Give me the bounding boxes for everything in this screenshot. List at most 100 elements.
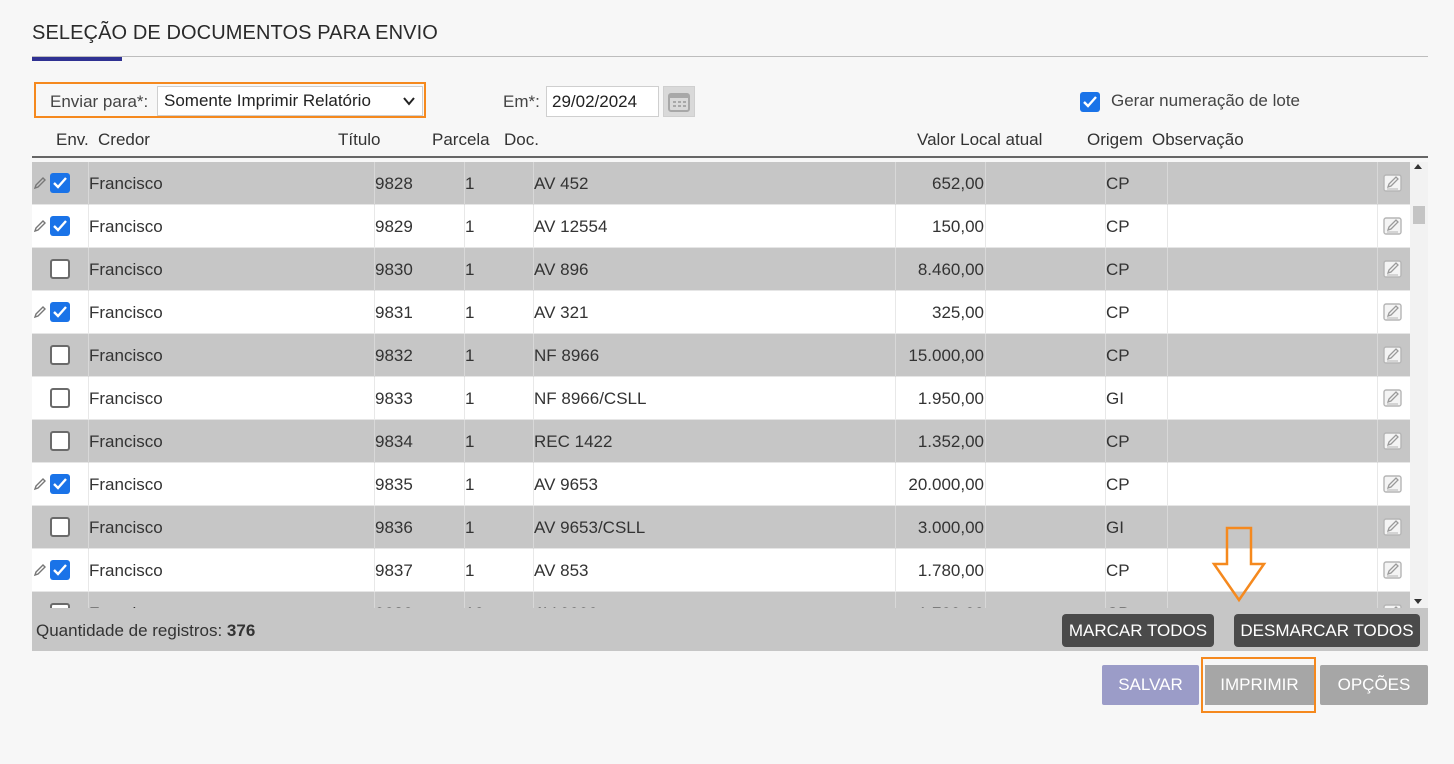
- options-button[interactable]: OPÇÕES: [1320, 665, 1428, 705]
- cell-blank: [986, 377, 1106, 420]
- cell-origem: CP: [1106, 291, 1168, 334]
- cell-doc: NF 8966/CSLL: [534, 377, 896, 420]
- pencil-icon: [33, 177, 46, 190]
- table-row[interactable]: Francisco 9834 1 REC 1422 1.352,00 CP: [32, 420, 1410, 463]
- grid-scrollbar[interactable]: [1410, 162, 1428, 608]
- cell-observacao: [1168, 549, 1378, 592]
- row-checkbox[interactable]: [50, 216, 70, 236]
- col-credor[interactable]: Credor: [98, 130, 150, 150]
- edit-note-icon[interactable]: [1382, 559, 1404, 581]
- cell-parcela: 1: [465, 420, 534, 463]
- cell-origem: GI: [1106, 377, 1168, 420]
- edit-note-icon[interactable]: [1382, 344, 1404, 366]
- row-checkbox[interactable]: [50, 474, 70, 494]
- cell-origem: CP: [1106, 334, 1168, 377]
- cell-titulo: 9833: [375, 377, 465, 420]
- cell-observacao: [1168, 205, 1378, 248]
- row-checkbox[interactable]: [50, 259, 70, 279]
- cell-parcela: 1: [465, 377, 534, 420]
- cell-credor: Francisco: [89, 463, 375, 506]
- cell-titulo: 9830: [375, 248, 465, 291]
- cell-valor: 20.000,00: [896, 463, 986, 506]
- edit-note-icon[interactable]: [1382, 215, 1404, 237]
- table-row[interactable]: Francisco 9829 1 AV 12554 150,00 CP: [32, 205, 1410, 248]
- cell-valor: 1.352,00: [896, 420, 986, 463]
- row-checkbox[interactable]: [50, 345, 70, 365]
- cell-blank: [986, 334, 1106, 377]
- edit-note-icon[interactable]: [1382, 387, 1404, 409]
- date-input[interactable]: 29/02/2024: [546, 86, 659, 117]
- cell-observacao: [1168, 334, 1378, 377]
- row-checkbox[interactable]: [50, 517, 70, 537]
- check-icon: [1083, 96, 1097, 108]
- send-to-select[interactable]: Somente Imprimir Relatório: [157, 86, 423, 116]
- cell-credor: Francisco: [89, 420, 375, 463]
- table-header: Env. Credor Título Parcela Doc. Valor Lo…: [32, 128, 1428, 158]
- edit-note-icon[interactable]: [1382, 473, 1404, 495]
- cell-blank: [986, 506, 1106, 549]
- row-checkbox[interactable]: [50, 302, 70, 322]
- col-env[interactable]: Env.: [56, 130, 89, 150]
- scroll-up-arrow-icon[interactable]: [1414, 164, 1422, 169]
- table-row[interactable]: Francisco 9832 1 NF 8966 15.000,00 CP: [32, 334, 1410, 377]
- row-checkbox[interactable]: [50, 173, 70, 193]
- table-row[interactable]: Francisco983810AV 99991.780,00 CP: [32, 592, 1410, 608]
- send-to-value: Somente Imprimir Relatório: [164, 91, 371, 110]
- cell-parcela: 10: [465, 592, 534, 608]
- pencil-icon: [33, 478, 46, 491]
- cell-titulo: 9838: [375, 592, 465, 608]
- cell-parcela: 1: [465, 506, 534, 549]
- cell-origem: GI: [1106, 506, 1168, 549]
- col-valor[interactable]: Valor Local atual: [917, 130, 1042, 150]
- scroll-down-arrow-icon[interactable]: [1414, 599, 1422, 604]
- mark-all-button[interactable]: MARCAR TODOS: [1062, 614, 1214, 647]
- unmark-all-button[interactable]: DESMARCAR TODOS: [1234, 614, 1420, 647]
- row-checkbox[interactable]: [50, 560, 70, 580]
- table-row[interactable]: Francisco 9833 1 NF 8966/CSLL 1.950,00 GI: [32, 377, 1410, 420]
- cell-doc: AV 9999: [534, 592, 896, 608]
- check-icon: [53, 478, 67, 490]
- table-row[interactable]: Francisco 9837 1 AV 853 1.780,00 CP: [32, 549, 1410, 592]
- table-row[interactable]: Francisco 9830 1 AV 896 8.460,00 CP: [32, 248, 1410, 291]
- pencil-icon: [33, 220, 46, 233]
- pencil-icon: [33, 306, 46, 319]
- cell-origem: CP: [1106, 420, 1168, 463]
- cell-blank: [986, 248, 1106, 291]
- check-icon: [53, 564, 67, 576]
- col-titulo[interactable]: Título: [338, 130, 381, 150]
- cell-blank: [986, 291, 1106, 334]
- cell-credor: Francisco: [89, 248, 375, 291]
- col-origem[interactable]: Origem: [1087, 130, 1143, 150]
- chevron-down-icon: [403, 97, 415, 106]
- row-checkbox[interactable]: [50, 431, 70, 451]
- col-observacao[interactable]: Observação: [1152, 130, 1244, 150]
- table-row[interactable]: Francisco 9836 1 AV 9653/CSLL 3.000,00 GI: [32, 506, 1410, 549]
- cell-doc: AV 896: [534, 248, 896, 291]
- table-row[interactable]: Francisco 9835 1 AV 9653 20.000,00 CP: [32, 463, 1410, 506]
- lote-checkbox[interactable]: [1080, 92, 1100, 112]
- check-icon: [53, 306, 67, 318]
- edit-note-icon[interactable]: [1382, 516, 1404, 538]
- record-count: Quantidade de registros: 376: [36, 621, 255, 641]
- cell-valor: 3.000,00: [896, 506, 986, 549]
- cell-parcela: 1: [465, 248, 534, 291]
- cell-titulo: 9837: [375, 549, 465, 592]
- cell-valor: 1.780,00: [896, 592, 986, 608]
- col-doc[interactable]: Doc.: [504, 130, 539, 150]
- edit-note-icon[interactable]: [1382, 172, 1404, 194]
- title-accent-bar: [32, 57, 122, 61]
- table-row[interactable]: Francisco 9831 1 AV 321 325,00 CP: [32, 291, 1410, 334]
- edit-note-icon[interactable]: [1382, 258, 1404, 280]
- col-parcela[interactable]: Parcela: [432, 130, 490, 150]
- documents-grid: Francisco 9828 1 AV 452 652,00 CP Francisco 982…: [32, 162, 1410, 608]
- table-row[interactable]: Francisco 9828 1 AV 452 652,00 CP: [32, 162, 1410, 205]
- cell-titulo: 9834: [375, 420, 465, 463]
- edit-note-icon[interactable]: [1382, 430, 1404, 452]
- calendar-button[interactable]: [663, 86, 695, 117]
- cell-blank: [986, 463, 1106, 506]
- row-checkbox[interactable]: [50, 388, 70, 408]
- edit-note-icon[interactable]: [1382, 301, 1404, 323]
- cell-doc: AV 321: [534, 291, 896, 334]
- save-button[interactable]: SALVAR: [1102, 665, 1199, 705]
- scroll-thumb[interactable]: [1413, 206, 1425, 224]
